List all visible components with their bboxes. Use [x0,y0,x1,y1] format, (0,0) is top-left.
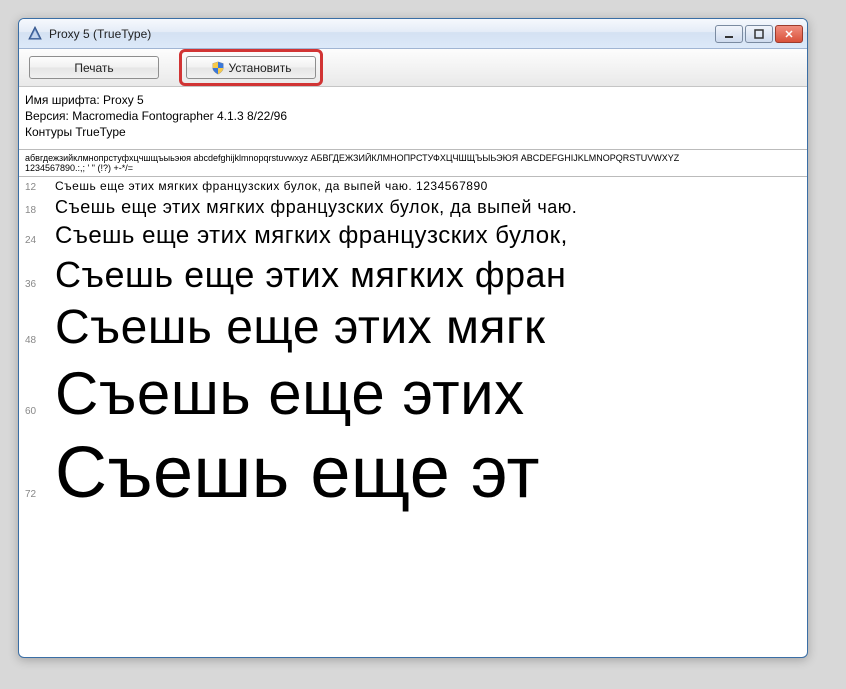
font-name-row: Имя шрифта: Proxy 5 [25,92,801,108]
font-name-label: Имя шрифта: [25,93,100,107]
sample-text: Съешь еще этих мягких французских булок, [55,222,568,250]
content-area: Имя шрифта: Proxy 5 Версия: Macromedia F… [19,87,807,657]
sample-text: Съешь еще эт [55,432,540,514]
install-button[interactable]: Установить [186,56,316,79]
install-highlight: Установить [179,49,323,86]
shield-icon [211,61,225,75]
alphabet-strip: абвгдежзийклмнопрстуфхцчшщъыьэюя abcdefg… [19,149,807,177]
sample-row: 48 Съешь еще этих мягк [25,300,807,355]
print-button-label: Печать [74,61,113,75]
toolbar: Печать Установить [19,49,807,87]
sample-text: Съешь еще этих мягких фран [55,254,566,296]
sample-row: 60 Съешь еще этих [25,359,807,428]
sample-size-label: 24 [25,235,45,246]
font-outlines: Контуры TrueType [25,124,801,140]
minimize-button[interactable] [715,25,743,43]
sample-row: 18 Съешь еще этих мягких французских було… [25,197,807,218]
window-title: Proxy 5 (TrueType) [49,27,709,41]
sample-text: Съешь еще этих мягк [55,300,545,355]
install-button-label: Установить [229,61,292,75]
titlebar[interactable]: Proxy 5 (TrueType) [19,19,807,49]
sample-digits: 1234567890 [412,179,488,193]
maximize-button[interactable] [745,25,773,43]
alphabet-row-2: 1234567890.:,; ' " (!?) +-*/= [25,163,801,173]
sample-size-label: 72 [25,489,45,500]
sample-size-label: 60 [25,406,45,417]
sample-row: 24 Съешь еще этих мягких французских було… [25,222,807,250]
sample-text: Съешь еще этих мягких французских булок,… [55,197,577,218]
app-icon [27,26,43,42]
font-version-label: Версия: [25,109,69,123]
sample-row: 72 Съешь еще эт [25,432,807,514]
font-version-value: Macromedia Fontographer 4.1.3 8/22/96 [72,109,287,123]
alphabet-row-1: абвгдежзийклмнопрстуфхцчшщъыьэюя abcdefg… [25,153,801,163]
sample-size-label: 48 [25,335,45,346]
window-controls [715,25,803,43]
window-frame: Proxy 5 (TrueType) Печать [18,18,808,658]
sample-row: 12 Съешь еще этих мягких французских було… [25,179,807,193]
sample-text: Съешь еще этих мягких французских булок,… [55,179,488,193]
sample-size-label: 36 [25,279,45,290]
sample-size-label: 12 [25,182,45,193]
sample-row: 36 Съешь еще этих мягких фран [25,254,807,296]
print-button[interactable]: Печать [29,56,159,79]
font-name-value: Proxy 5 [103,93,144,107]
font-info: Имя шрифта: Proxy 5 Версия: Macromedia F… [19,88,807,147]
sample-text: Съешь еще этих [55,359,525,428]
sample-list: 12 Съешь еще этих мягких французских було… [19,177,807,518]
font-version-row: Версия: Macromedia Fontographer 4.1.3 8/… [25,108,801,124]
sample-size-label: 18 [25,205,45,216]
close-button[interactable] [775,25,803,43]
